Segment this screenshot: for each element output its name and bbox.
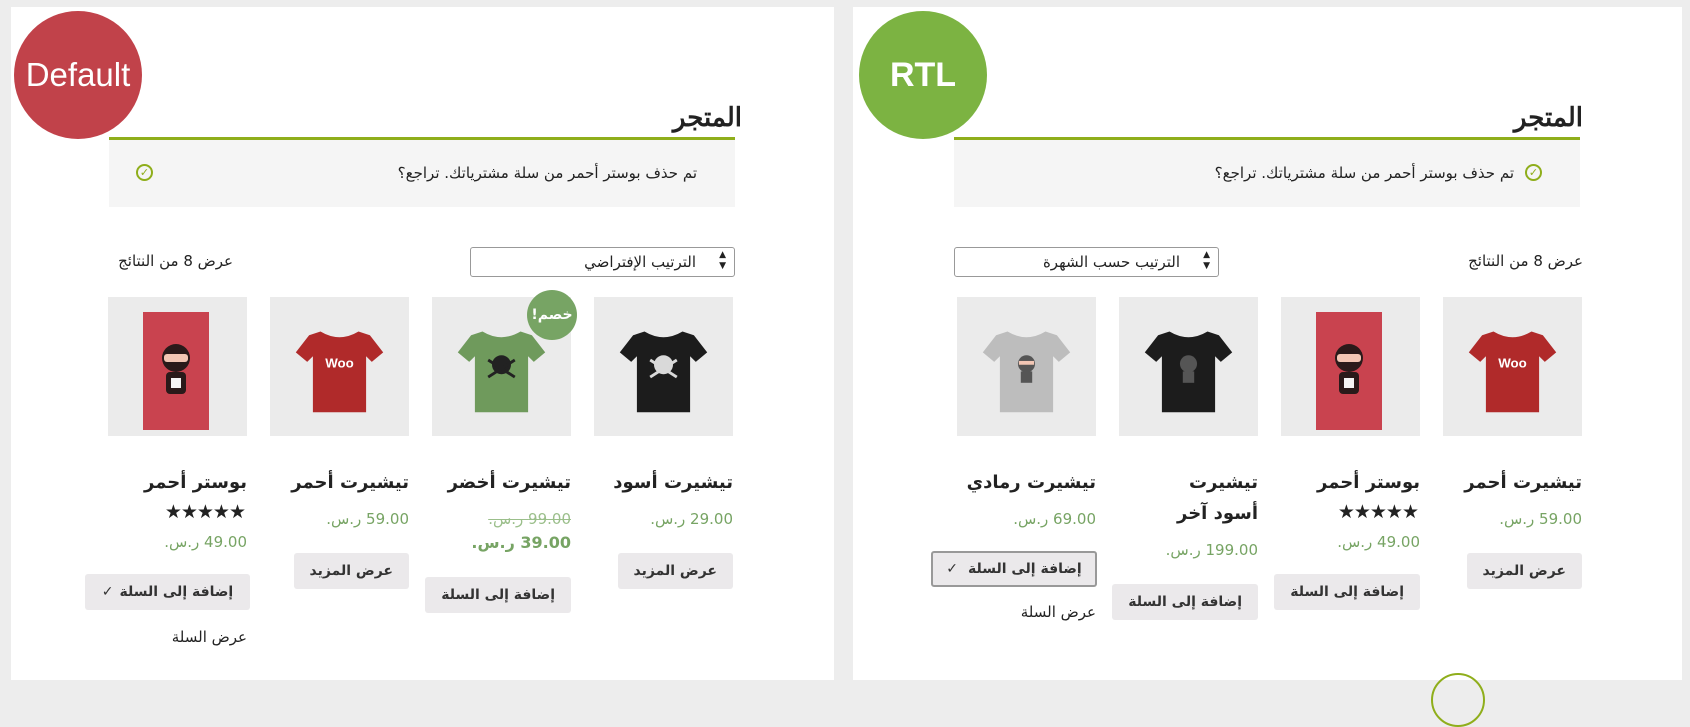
notice-text: تم حذف بوستر أحمر من سلة مشترياتك. تراجع… [1214,164,1514,182]
ninja-illustration [1335,344,1363,394]
product-card: تيشيرت أسود آخر 199.00 ر.س. إضافة إلى ال… [1112,297,1258,620]
check-circle-icon: ✓ [136,164,153,181]
view-more-button[interactable]: عرض المزيد [293,553,409,589]
green-tshirt-skull [457,331,546,413]
sort-arrows-icon: ▲ ▼ [719,250,726,271]
product-price: 199.00 ر.س. [1165,541,1258,559]
red-tshirt-woo: Woo [295,331,384,413]
orderby-select[interactable]: الترتيب حسب الشهرة ▲ ▼ [954,247,1219,277]
product-sale-price: 39.00 ر.س. [471,533,571,552]
add-to-cart-label: إضافة إلى السلة [119,584,234,600]
svg-text:Woo: Woo [325,356,354,371]
product-name[interactable]: تيشيرت أحمر [259,467,409,498]
star-rating: ★★★★★ [164,501,246,523]
product-price: 59.00 ر.س. [1499,510,1582,528]
product-price: 69.00 ر.س. [1013,510,1096,528]
result-count: عرض 8 من النتائج [118,252,233,270]
checkmark-icon: ✓ [101,584,114,600]
sale-badge: خصم! [527,290,577,340]
view-cart-link[interactable]: عرض السلة [172,628,247,646]
red-poster-ninja [143,312,209,430]
add-to-cart-button[interactable]: إضافة إلى السلة [425,577,571,613]
sort-arrows-icon: ▲ ▼ [1203,250,1210,271]
product-price: 29.00 ر.س. [650,510,733,528]
view-more-button[interactable]: عرض المزيد [617,553,733,589]
default-badge: Default [14,11,142,139]
product-image[interactable] [1119,297,1258,436]
product-old-price: 99.00 ر.س. [488,510,571,528]
star-rating: ★★★★★ [1337,501,1419,523]
product-image[interactable] [594,297,733,436]
product-name[interactable]: بوستر أحمر [97,467,247,498]
notice-text: تم حذف بوستر أحمر من سلة مشترياتك. تراجع… [397,164,697,182]
product-card: تيشيرت رمادي 69.00 ر.س. إضافة إلى السلة … [931,297,1097,621]
add-to-cart-button[interactable]: إضافة إلى السلة ✓ [931,551,1097,587]
grey-tshirt-ninja [982,331,1071,413]
product-name[interactable]: بوستر أحمر [1270,467,1420,498]
add-to-cart-button[interactable]: إضافة إلى السلة ✓ [85,574,250,610]
product-price: 49.00 ر.س. [164,533,247,551]
red-poster-ninja [1316,312,1382,430]
product-card: Woo تيشيرت أحمر 59.00 ر.س. عرض المزيد [1443,297,1582,589]
product-name[interactable]: تيشيرت أسود آخر [1148,467,1258,529]
rtl-badge: RTL [859,11,987,139]
product-card: بوستر أحمر ★★★★★ 49.00 ر.س. إضافة إلى ال… [85,297,250,646]
result-count: عرض 8 من النتائج [1468,252,1583,270]
product-name[interactable]: تيشيرت أحمر [1432,467,1582,498]
black-tshirt-skull [619,331,708,413]
product-image[interactable] [1281,297,1420,436]
product-name[interactable]: تيشيرت أخضر [421,467,571,498]
orderby-select[interactable]: الترتيب الإفتراضي ▲ ▼ [470,247,735,277]
add-to-cart-button[interactable]: إضافة إلى السلة [1274,574,1420,610]
product-name[interactable]: تيشيرت رمادي [946,467,1096,498]
product-card: بوستر أحمر ★★★★★ 49.00 ر.س. إضافة إلى ال… [1274,297,1420,610]
page-title: المتجر [672,103,742,133]
product-price: 59.00 ر.س. [326,510,409,528]
checkmark-icon: ✓ [946,561,958,577]
product-price: 49.00 ر.س. [1337,533,1420,551]
svg-text:Woo: Woo [1498,356,1527,371]
view-cart-link[interactable]: عرض السلة [1021,603,1096,621]
product-image[interactable]: Woo [1443,297,1582,436]
notice-message: تم حذف بوستر أحمر من سلة مشترياتك. تراجع… [109,137,735,207]
view-more-button[interactable]: عرض المزيد [1466,553,1582,589]
product-card: Woo تيشيرت أحمر 59.00 ر.س. عرض المزيد [270,297,409,589]
add-to-cart-button[interactable]: إضافة إلى السلة [1112,584,1258,620]
black-tshirt-ninja [1144,331,1233,413]
red-tshirt-woo: Woo [1468,331,1557,413]
orderby-value: الترتيب الإفتراضي [584,253,696,271]
check-circle-icon: ✓ [1525,164,1542,181]
product-image[interactable] [108,297,247,436]
notice-message: ✓ تم حذف بوستر أحمر من سلة مشترياتك. ترا… [954,137,1580,207]
add-to-cart-label: إضافة إلى السلة [968,561,1082,577]
product-image[interactable]: Woo [270,297,409,436]
orderby-value: الترتيب حسب الشهرة [1042,253,1180,271]
partial-circle-icon [1431,673,1485,727]
product-card: تيشيرت أسود 29.00 ر.س. عرض المزيد [594,297,733,589]
ninja-illustration [162,344,190,394]
product-image[interactable] [957,297,1096,436]
product-name[interactable]: تيشيرت أسود [583,467,733,498]
page-title: المتجر [1513,103,1583,133]
